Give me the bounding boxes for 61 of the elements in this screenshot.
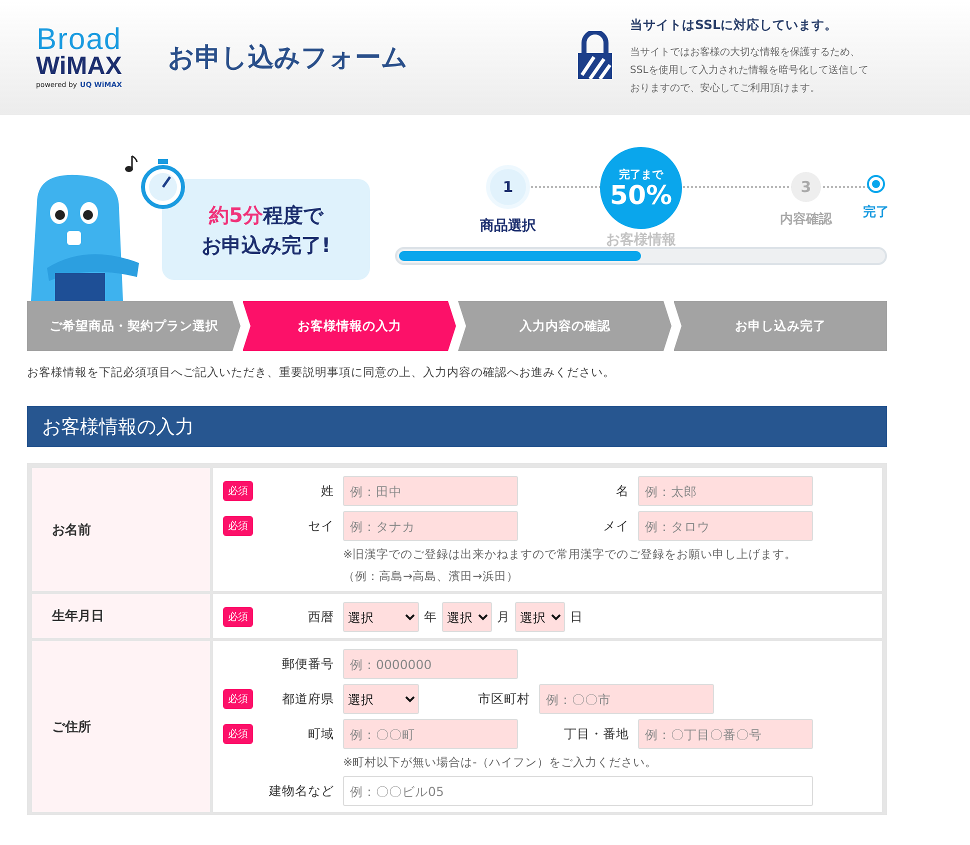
field-label: 都道府県 <box>281 690 334 708</box>
logo-text: WiMAX <box>36 54 122 78</box>
field-label: 名 <box>615 482 629 500</box>
input-field[interactable]: 例：〇丁目〇番〇号 <box>638 719 813 749</box>
step-label: 内容確認 <box>780 210 832 228</box>
row-label: ご住所 <box>52 718 91 736</box>
input-field[interactable]: 例：〇〇町 <box>343 719 518 749</box>
bubble-text: 程度で <box>262 202 323 226</box>
input-field[interactable]: 例：タロウ <box>638 511 813 541</box>
input-field[interactable]: 例：太郎 <box>638 476 813 506</box>
required-badge: 必須 <box>223 607 253 627</box>
bubble-caption: 完了まで <box>619 166 663 182</box>
row-label: 生年月日 <box>52 608 104 625</box>
unit-label: 年 <box>424 608 437 626</box>
field-label: 姓 <box>320 482 334 500</box>
step-label: 商品選択 <box>480 217 536 235</box>
field-label: 建物名など <box>268 782 334 800</box>
field-label: メイ <box>602 518 629 534</box>
page-title: お申し込みフォーム <box>168 42 409 75</box>
form-note: （例：高島→高島、濱田→浜田） <box>343 568 520 585</box>
step-label: 完了 <box>863 204 889 221</box>
form-note: ※町村以下が無い場合は-（ハイフン）をご入力ください。 <box>343 754 658 771</box>
field-label: 郵便番号 <box>281 656 334 672</box>
select-dropdown[interactable]: 選択 <box>343 602 419 632</box>
goal-dot-icon <box>867 175 885 193</box>
input-field[interactable]: 例：田中 <box>343 476 518 506</box>
bubble-text: 約 <box>209 202 230 226</box>
field-label: 町域 <box>307 726 334 742</box>
bubble-text: お申込み完了! <box>201 232 331 256</box>
field-label: 市区町村 <box>477 690 530 708</box>
step-number: 1 <box>486 165 530 209</box>
bubble-text: 5分 <box>229 202 263 226</box>
step-tab[interactable]: お客様情報の入力 <box>242 301 456 351</box>
select-dropdown[interactable]: 選択 <box>343 684 419 714</box>
required-badge: 必須 <box>223 481 253 501</box>
select-dropdown[interactable]: 選択 <box>442 602 492 632</box>
required-badge: 必須 <box>223 689 253 709</box>
required-badge: 必須 <box>223 724 253 744</box>
unit-label: 日 <box>570 608 583 626</box>
logo-text: Broad <box>36 26 122 54</box>
input-field[interactable]: 例：0000000 <box>343 649 518 679</box>
music-note-icon <box>124 155 138 173</box>
select-dropdown[interactable]: 選択 <box>515 602 565 632</box>
ssl-text: 当サイトではお客様の大切な情報を保護するため、SSLを使用して入力された情報を暗号化して送信しておりますので、安心してご利用頂けます。 <box>630 46 870 96</box>
input-field[interactable]: 例：タナカ <box>343 511 518 541</box>
intro-text: お客様情報を下記必須項目へご記入いただき、重要説明事項に同意の上、入力内容の確認へお進みください。 <box>27 365 616 380</box>
ssl-title: 当サイトはSSLに対応しています。 <box>630 17 838 34</box>
bubble-percent: 50% <box>610 182 672 210</box>
field-label: 西暦 <box>307 608 334 626</box>
step-label: お客様情報 <box>606 231 676 249</box>
field-label: セイ <box>307 518 334 534</box>
required-badge: 必須 <box>223 516 253 536</box>
field-label: 丁目・番地 <box>563 726 629 742</box>
input-field[interactable]: 例：〇〇ビル05 <box>343 776 813 806</box>
row-label: お名前 <box>52 522 91 538</box>
input-field[interactable]: 例：〇〇市 <box>539 684 714 714</box>
form-note: ※旧漢字でのご登録は出来かねますので常用漢字でのご登録をお願い申し上げます。 <box>343 546 798 563</box>
step-number: 3 <box>791 172 821 202</box>
unit-label: 月 <box>497 608 510 626</box>
lock-icon <box>578 31 612 79</box>
section-header: お客様情報の入力 <box>27 406 887 447</box>
